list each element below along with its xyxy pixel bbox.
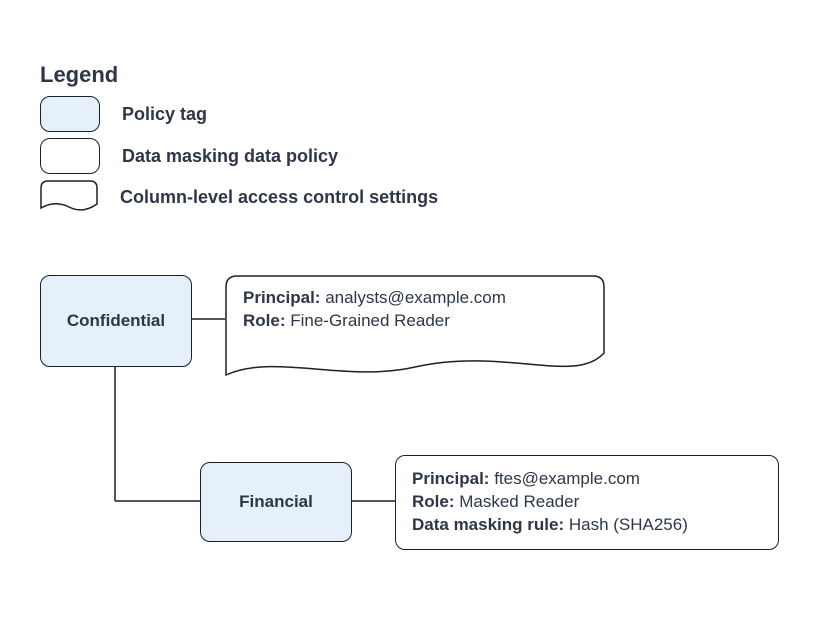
rule-key: Data masking rule:: [412, 515, 564, 534]
principal-value: ftes@example.com: [489, 469, 639, 488]
role-key: Role:: [243, 311, 286, 330]
masking-policy-swatch-icon: [40, 138, 100, 174]
legend-label-masking-policy: Data masking data policy: [122, 146, 338, 167]
policy-tag-confidential-label: Confidential: [67, 311, 165, 331]
diagram-canvas: Legend Policy tag Data masking data poli…: [0, 0, 820, 640]
legend-label-acl-settings: Column-level access control settings: [120, 187, 438, 208]
legend-row-policy-tag: Policy tag: [40, 96, 207, 132]
role-value: Masked Reader: [455, 492, 580, 511]
principal-key: Principal:: [412, 469, 489, 488]
masking-policy-financial: Principal: ftes@example.com Role: Masked…: [395, 455, 779, 550]
acl-settings-swatch-icon: [40, 180, 98, 214]
policy-tag-confidential: Confidential: [40, 275, 192, 367]
policy-tag-financial: Financial: [200, 462, 352, 542]
policy-tag-financial-label: Financial: [239, 492, 313, 512]
principal-value: analysts@example.com: [320, 288, 505, 307]
legend-label-policy-tag: Policy tag: [122, 104, 207, 125]
principal-key: Principal:: [243, 288, 320, 307]
legend-row-acl-settings: Column-level access control settings: [40, 180, 438, 214]
rule-value: Hash (SHA256): [564, 515, 688, 534]
policy-tag-swatch-icon: [40, 96, 100, 132]
acl-settings-confidential: Principal: analysts@example.com Role: Fi…: [225, 275, 605, 385]
legend-row-masking-policy: Data masking data policy: [40, 138, 338, 174]
acl-settings-confidential-content: Principal: analysts@example.com Role: Fi…: [243, 287, 587, 333]
legend-title: Legend: [40, 62, 118, 88]
role-value: Fine-Grained Reader: [286, 311, 450, 330]
role-key: Role:: [412, 492, 455, 511]
